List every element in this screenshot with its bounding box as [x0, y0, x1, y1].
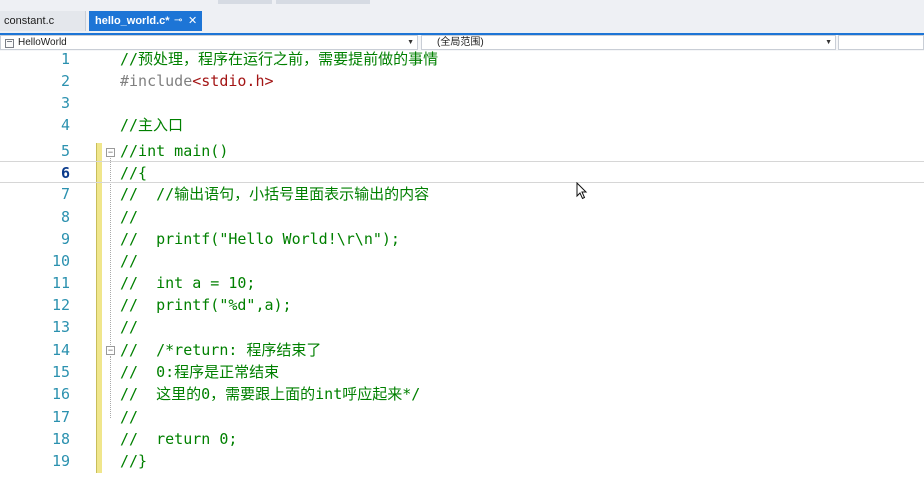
line-number: 6: [60, 164, 70, 182]
code-text: //int main(): [120, 142, 229, 160]
code-line-13: 13 //: [0, 316, 924, 338]
line-number: 3: [60, 94, 70, 112]
tab-label: hello_world.c*: [95, 15, 170, 27]
code-text: // //输出语句，小括号里面表示输出的内容: [120, 185, 430, 203]
project-icon: [5, 39, 14, 48]
preprocessor-keyword: #include: [120, 72, 193, 90]
line-number: 10: [51, 252, 70, 270]
line-number: 5: [60, 142, 70, 160]
code-line-9: 9 // printf("Hello World!\r\n");: [0, 228, 924, 250]
code-text: //: [120, 408, 139, 426]
code-text: //主入口: [120, 116, 184, 134]
line-number: 14: [51, 341, 70, 359]
code-text: // 0:程序是正常结束: [120, 363, 280, 381]
document-tab-strip: constant.c hello_world.c* ⊸ ✕: [0, 0, 924, 35]
line-number: 1: [60, 50, 70, 68]
tab-constant-c[interactable]: constant.c: [0, 11, 86, 31]
line-number: 4: [60, 116, 70, 134]
code-text: // 这里的0，需要跟上面的int呼应起来*/: [120, 385, 421, 403]
code-text: //: [120, 318, 139, 336]
code-line-17: 17 //: [0, 406, 924, 428]
code-line-18: 18 // return 0;: [0, 428, 924, 450]
code-line-14: 14 // /*return: 程序结束了: [0, 339, 924, 361]
pin-icon[interactable]: ⊸: [174, 11, 182, 31]
code-line-11: 11 // int a = 10;: [0, 272, 924, 294]
line-number: 11: [51, 274, 70, 292]
code-text: #include<stdio.h>: [120, 70, 274, 92]
tab-label: constant.c: [4, 15, 55, 27]
code-text: //{: [120, 164, 148, 182]
code-line-7: 7 // //输出语句，小括号里面表示输出的内容: [0, 183, 924, 205]
mouse-pointer-icon: [576, 182, 588, 200]
line-number: 8: [60, 208, 70, 226]
include-target: <stdio.h>: [192, 72, 274, 90]
line-number: 18: [51, 430, 70, 448]
line-number: 15: [51, 363, 70, 381]
close-icon[interactable]: ✕: [188, 11, 197, 31]
code-line-4: 4 //主入口: [0, 114, 924, 136]
code-text: // /*return: 程序结束了: [120, 341, 322, 359]
line-number: 16: [51, 385, 70, 403]
code-text: //预处理，程序在运行之前，需要提前做的事情: [120, 50, 439, 68]
line-number: 9: [60, 230, 70, 248]
code-line-3: 3: [0, 92, 924, 114]
code-line-12: 12 // printf("%d",a);: [0, 294, 924, 316]
code-line-10: 10 //: [0, 250, 924, 272]
code-text: // printf("%d",a);: [120, 296, 292, 314]
code-line-5: 5 //int main(): [0, 140, 924, 162]
line-number: 7: [60, 185, 70, 203]
code-line-1: 1 //预处理，程序在运行之前，需要提前做的事情: [0, 48, 924, 70]
line-number: 19: [51, 452, 70, 470]
tab-hello-world-c[interactable]: hello_world.c* ⊸ ✕: [89, 11, 202, 31]
line-number: 2: [60, 72, 70, 90]
code-text: // int a = 10;: [120, 274, 256, 292]
code-text: //: [120, 208, 139, 226]
line-number: 17: [51, 408, 70, 426]
line-number: 12: [51, 296, 70, 314]
title-bar-fragment: [218, 0, 272, 4]
code-line-6-current: 6 //{: [0, 161, 924, 183]
title-bar-fragment: [276, 0, 370, 4]
code-text: // printf("Hello World!\r\n");: [120, 230, 400, 248]
code-text: // return 0;: [120, 430, 238, 448]
code-line-16: 16 // 这里的0，需要跟上面的int呼应起来*/: [0, 383, 924, 405]
code-line-19: 19 //}: [0, 450, 924, 472]
code-line-8: 8 //: [0, 206, 924, 228]
code-text: //}: [120, 452, 148, 470]
line-number: 13: [51, 318, 70, 336]
code-line-15: 15 // 0:程序是正常结束: [0, 361, 924, 383]
code-editor[interactable]: − − 1 //预处理，程序在运行之前，需要提前做的事情 2 #include<…: [0, 48, 924, 486]
code-text: //: [120, 252, 139, 270]
code-line-2: 2 #include<stdio.h>: [0, 70, 924, 92]
